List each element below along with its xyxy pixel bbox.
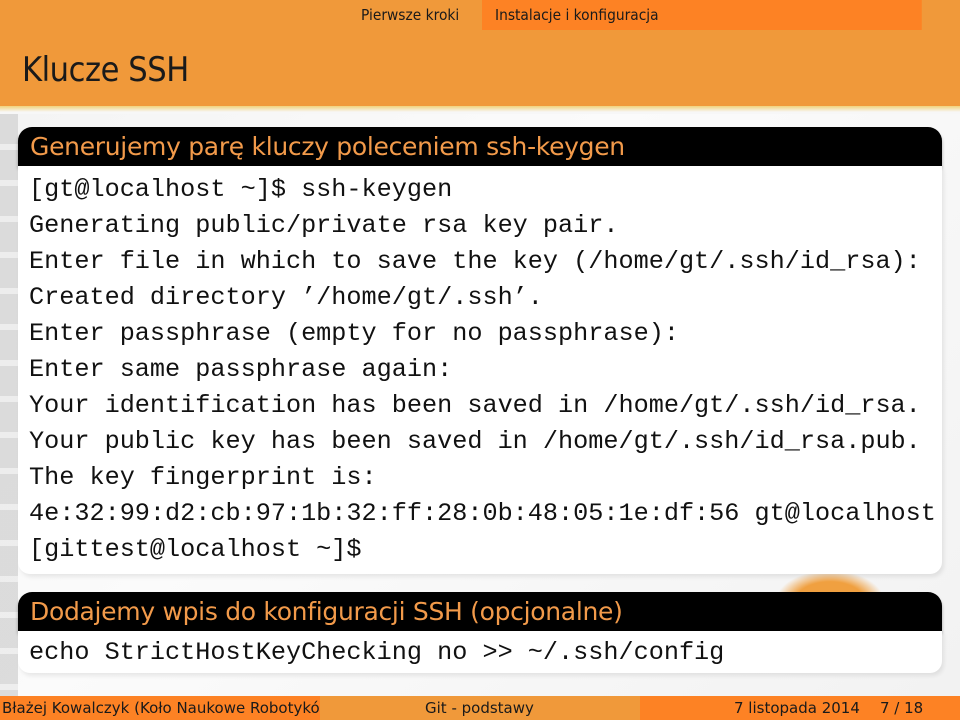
title-shadow (0, 106, 960, 112)
page-title: Klucze SSH (22, 50, 189, 90)
code-line: Enter file in which to save the key (/ho… (29, 247, 921, 276)
code-line: Enter same passphrase again: (29, 355, 453, 384)
code-line: Enter passphrase (empty for no passphras… (29, 319, 679, 348)
page-number: 7 / 18 (880, 699, 924, 717)
code-block: [gt@localhost ~]$ ssh-keygen Generating … (18, 166, 942, 574)
code-line: [gt@localhost ~]$ ssh-keygen (29, 175, 453, 204)
code-line: 4e:32:99:d2:cb:97:1b:32:ff:28:0b:48:05:1… (29, 499, 936, 528)
block-ssh-keygen: Generujemy parę kluczy poleceniem ssh-ke… (18, 127, 942, 574)
code-line: Generating public/private rsa key pair. (29, 211, 619, 240)
code-line: [gittest@localhost ~]$ (29, 535, 362, 564)
block-title: Dodajemy wpis do konfiguracji SSH (opcjo… (18, 592, 942, 631)
decorative-stripes (0, 114, 18, 696)
code-line: echo StrictHostKeyChecking no >> ~/.ssh/… (29, 638, 725, 667)
nav-section-instalacje[interactable]: Instalacje i konfiguracja (495, 0, 659, 30)
footer-date: 7 listopada 2014 (734, 699, 860, 717)
block-title: Generujemy parę kluczy poleceniem ssh-ke… (18, 127, 942, 166)
code-line: Your identification has been saved in /h… (29, 391, 921, 420)
footer-author: Błażej Kowalczyk (Koło Naukowe Robotykó (2, 699, 320, 717)
code-block: echo StrictHostKeyChecking no >> ~/.ssh/… (18, 631, 942, 673)
nav-section-pierwsze-kroki[interactable]: Pierwsze kroki (361, 0, 459, 30)
code-line: The key fingerprint is: (29, 463, 377, 492)
block-ssh-config: Dodajemy wpis do konfiguracji SSH (opcjo… (18, 592, 942, 673)
footer-talk-title: Git - podstawy (425, 699, 534, 717)
footer: Błażej Kowalczyk (Koło Naukowe Robotykó … (0, 696, 960, 720)
section-navigation: Pierwsze kroki Instalacje i konfiguracja (0, 0, 960, 30)
code-line: Your public key has been saved in /home/… (29, 427, 921, 456)
code-line: Created directory ’/home/gt/.ssh’. (29, 283, 543, 312)
